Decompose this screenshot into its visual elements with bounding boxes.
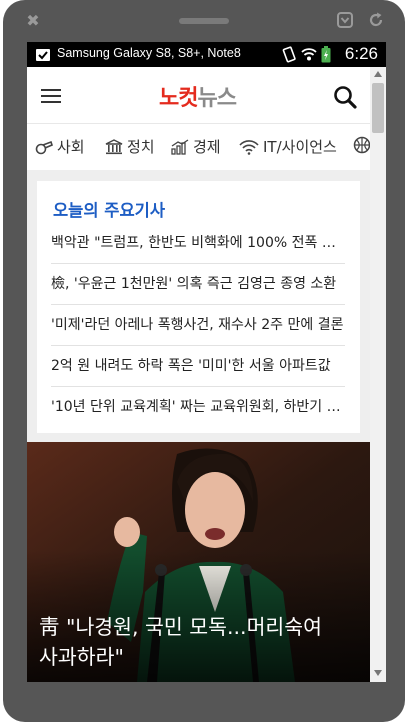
rotate-icon[interactable]	[367, 11, 385, 29]
phone-screen: Samsung Galaxy S8, S8+, Note8 6:26 노컷뉴스	[27, 42, 386, 682]
category-label: IT/사이언스	[263, 138, 337, 156]
drag-handle[interactable]	[179, 18, 229, 24]
top-story-link[interactable]: '미제'라던 아레나 폭행사건, 재수사 2주 만에 결론	[51, 305, 345, 346]
logo-part2: 뉴스	[197, 86, 236, 111]
featured-article[interactable]: 靑 "나경원, 국민 모독...머리숙여 사과하라"	[27, 442, 370, 682]
wifi-icon	[239, 139, 259, 155]
status-time: 6:26	[344, 44, 378, 63]
minimize-icon[interactable]	[336, 11, 354, 29]
nocut-news-logo[interactable]: 노컷뉴스	[159, 80, 237, 112]
top-story-link[interactable]: 2억 원 내려도 하락 폭은 '미미'한 서울 아파트값	[51, 346, 345, 387]
status-device-name: Samsung Galaxy S8, S8+, Note8	[57, 46, 241, 60]
scroll-up-icon[interactable]	[374, 71, 382, 77]
app-header: 노컷뉴스	[27, 67, 370, 123]
category-item-politics[interactable]: 정치	[105, 136, 155, 157]
scrollbar[interactable]	[370, 67, 386, 682]
whistle-icon	[35, 140, 53, 154]
hamburger-menu-icon[interactable]	[41, 89, 61, 103]
category-label: 정치	[127, 138, 155, 156]
top-stories-section: 오늘의 주요기사 백악관 "트럼프, 한반도 비핵화에 100% 전폭 지지" …	[27, 170, 370, 442]
close-icon[interactable]: ✖	[25, 13, 41, 29]
category-item-it-science[interactable]: IT/사이언스	[239, 136, 337, 157]
category-item-sports[interactable]	[353, 136, 370, 154]
category-label: 사회	[57, 138, 85, 156]
top-story-link[interactable]: '10년 단위 교육계획' 짜는 교육위원회, 하반기 출범	[51, 387, 345, 427]
emulator-window: ✖ Samsung Galaxy S8, S8+, Note8 6:26 노컷뉴…	[0, 0, 408, 726]
category-nav: 사회 정치 경제 IT/사이언스	[27, 123, 370, 171]
wifi-signal-icon	[301, 48, 317, 61]
category-label: 경제	[193, 138, 221, 156]
search-icon[interactable]	[333, 85, 357, 109]
top-story-link[interactable]: 백악관 "트럼프, 한반도 비핵화에 100% 전폭 지지"	[51, 223, 345, 264]
category-item-economy[interactable]: 경제	[171, 136, 221, 157]
device-frame: ✖ Samsung Galaxy S8, S8+, Note8 6:26 노컷뉴…	[3, 0, 405, 722]
government-building-icon	[105, 138, 123, 154]
featured-headline-line: 사과하라"	[39, 645, 124, 669]
featured-headline: 靑 "나경원, 국민 모독...머리숙여 사과하라"	[39, 612, 364, 672]
scroll-down-icon[interactable]	[374, 670, 382, 676]
category-item-society[interactable]: 사회	[35, 136, 85, 157]
bar-chart-icon	[171, 138, 189, 155]
battery-charging-icon	[321, 46, 331, 63]
vibrate-icon	[282, 46, 296, 63]
top-stories-card: 오늘의 주요기사 백악관 "트럼프, 한반도 비핵화에 100% 전폭 지지" …	[37, 181, 360, 433]
featured-headline-line: 靑 "나경원, 국민 모독...머리숙여	[39, 615, 323, 639]
scrollbar-thumb[interactable]	[372, 83, 384, 133]
logo-part1: 노컷	[159, 86, 198, 111]
basketball-icon	[353, 136, 370, 154]
top-story-link[interactable]: 檢, '우윤근 1천만원' 의혹 즉근 김영근 종영 소환	[51, 264, 345, 305]
clipboard-check-icon	[36, 49, 50, 61]
top-stories-title: 오늘의 주요기사	[53, 201, 166, 220]
status-bar: Samsung Galaxy S8, S8+, Note8 6:26	[27, 42, 386, 67]
